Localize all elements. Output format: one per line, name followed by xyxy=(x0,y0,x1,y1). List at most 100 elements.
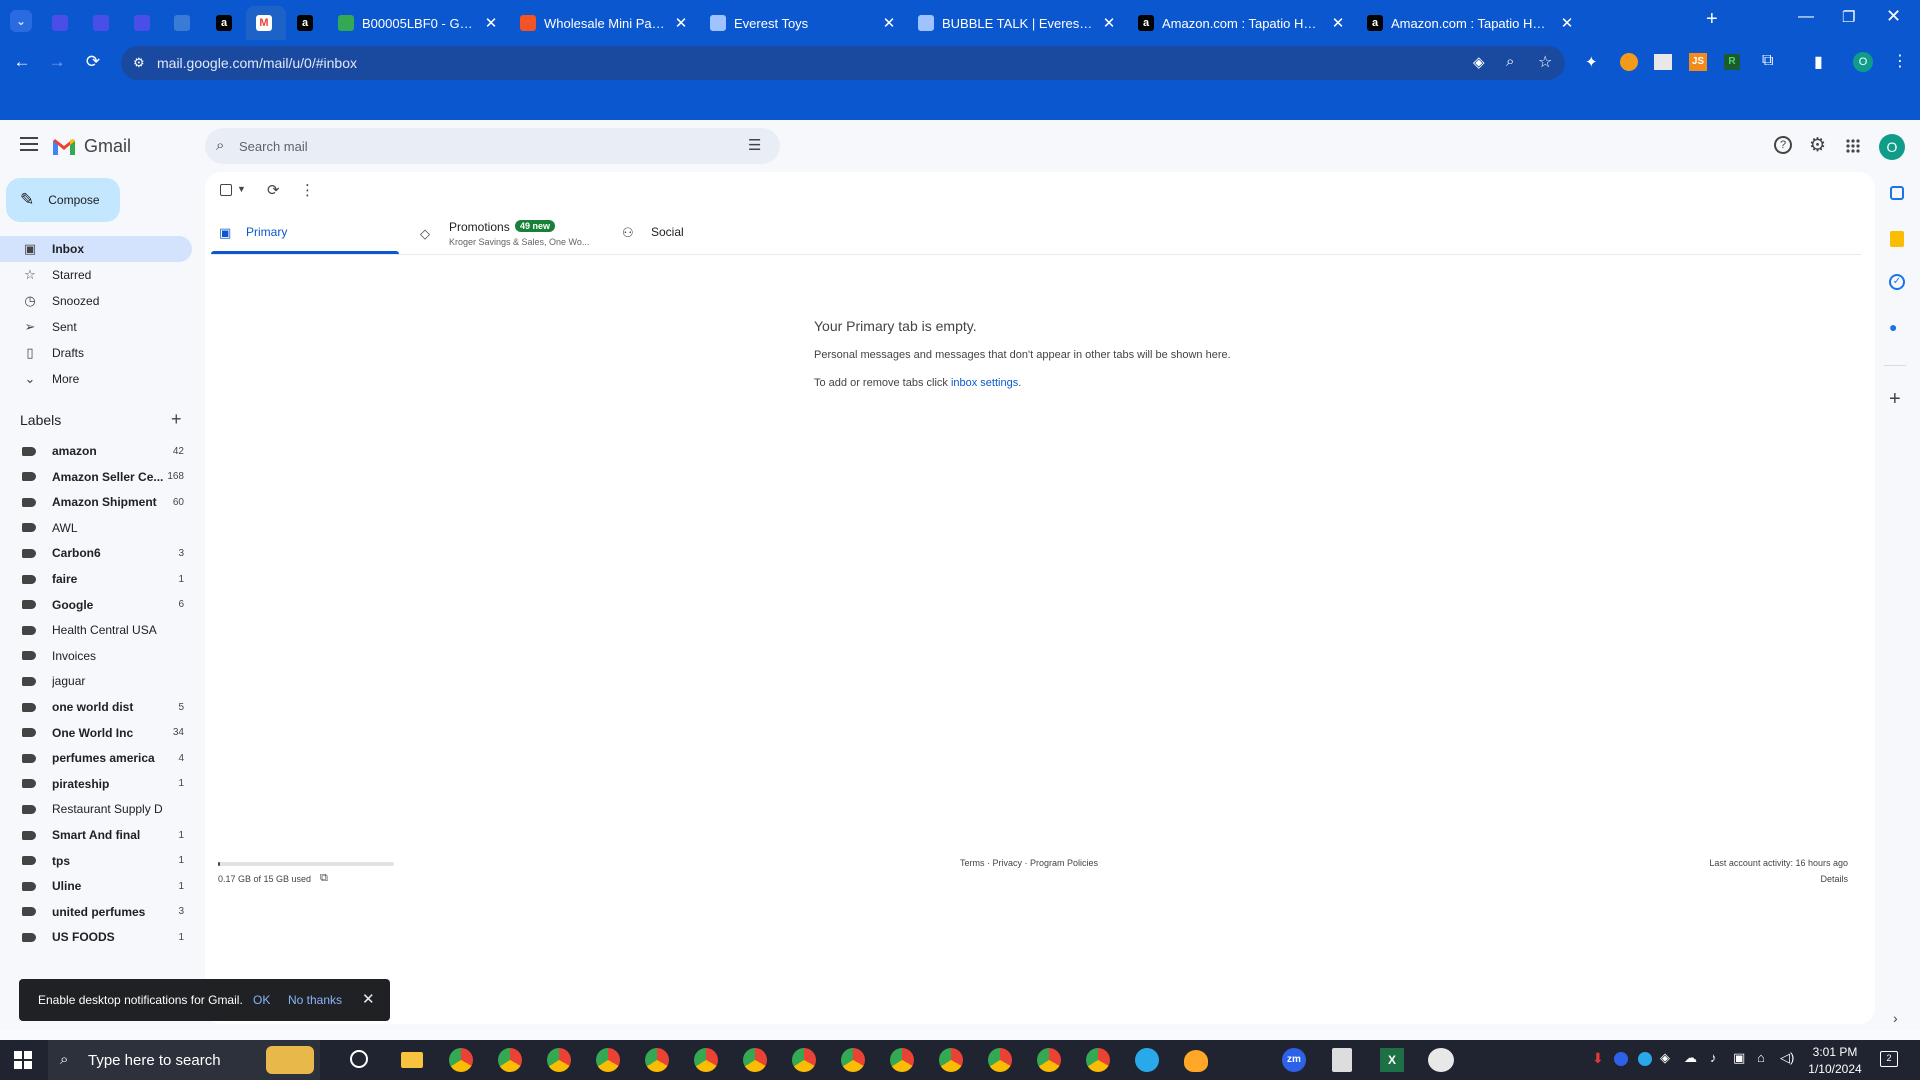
forward-icon[interactable]: → xyxy=(45,52,69,72)
help-icon[interactable]: ? xyxy=(1774,136,1792,154)
profile-avatar[interactable]: O xyxy=(1853,52,1873,72)
lens-icon[interactable]: ◈ xyxy=(1473,53,1485,71)
tab-close-icon[interactable]: ✕ xyxy=(880,14,898,32)
chrome-profile-icon[interactable] xyxy=(498,1048,522,1072)
clock-date[interactable]: 1/10/2024 xyxy=(1800,1062,1870,1076)
start-windows-icon[interactable] xyxy=(14,1051,32,1069)
show-side-panel-icon[interactable]: › xyxy=(1893,1010,1898,1026)
toast-ok-button[interactable]: OK xyxy=(253,993,270,1007)
label-item[interactable]: Amazon Shipment 60 xyxy=(0,490,192,514)
extension-r-icon[interactable]: R xyxy=(1724,54,1740,70)
nav-item-drafts[interactable]: ▯ Drafts xyxy=(0,340,192,366)
back-icon[interactable]: ← xyxy=(10,52,34,72)
action-center-icon[interactable]: 2 xyxy=(1880,1051,1898,1067)
contacts-icon[interactable]: ● xyxy=(1889,319,1897,335)
tab-close-icon[interactable]: ✕ xyxy=(672,14,690,32)
nav-item-inbox[interactable]: ▣ Inbox xyxy=(0,236,192,262)
browser-tab[interactable] xyxy=(124,6,164,40)
label-item[interactable]: tps 1 xyxy=(0,849,192,873)
label-item[interactable]: one world dist 5 xyxy=(0,695,192,719)
label-item[interactable]: pirateship 1 xyxy=(0,772,192,796)
nav-item-sent[interactable]: ➢ Sent xyxy=(0,314,192,340)
label-item[interactable]: Restaurant Supply D xyxy=(0,797,192,821)
tab-close-icon[interactable]: ✕ xyxy=(482,14,500,32)
bookmark-star-icon[interactable]: ☆ xyxy=(1538,52,1552,72)
tray-app-icon[interactable]: ◈ xyxy=(1660,1050,1670,1066)
browser-tab[interactable]: a Amazon.com : Tapatio Hot S ✕ xyxy=(1357,6,1586,40)
nav-item-starred[interactable]: ☆ Starred xyxy=(0,262,192,288)
toast-close-icon[interactable]: ✕ xyxy=(362,990,375,1008)
more-actions-icon[interactable]: ⋮ xyxy=(300,181,315,199)
reload-icon[interactable]: ⟳ xyxy=(81,52,105,72)
browser-tab[interactable] xyxy=(42,6,82,40)
tab-close-icon[interactable]: ✕ xyxy=(1558,14,1576,32)
tab-primary[interactable]: ▣ Primary xyxy=(211,216,399,254)
select-all-checkbox[interactable] xyxy=(220,184,232,196)
browser-tab[interactable] xyxy=(83,6,123,40)
tray-telegram-icon[interactable] xyxy=(1638,1052,1652,1066)
toast-no-thanks-button[interactable]: No thanks xyxy=(288,993,342,1007)
calculator-icon[interactable] xyxy=(1332,1048,1352,1072)
search-input[interactable]: Search mail xyxy=(239,139,308,154)
add-label-icon[interactable]: + xyxy=(171,409,182,430)
nav-item-more[interactable]: ⌄ More xyxy=(0,366,192,392)
search-options-icon[interactable]: ☰ xyxy=(748,136,761,154)
new-tab-button[interactable]: + xyxy=(1706,8,1718,31)
label-item[interactable]: jaguar xyxy=(0,669,192,693)
site-info-icon[interactable]: ⚙ xyxy=(133,55,145,71)
extension-js-icon[interactable]: JS xyxy=(1689,53,1707,71)
chrome-profile-icon[interactable] xyxy=(890,1048,914,1072)
tasks-icon[interactable]: ✓ xyxy=(1889,274,1905,290)
side-panel-icon[interactable]: ▮ xyxy=(1814,52,1823,72)
cortana-icon[interactable] xyxy=(350,1050,368,1068)
browser-tab[interactable]: M xyxy=(246,6,286,40)
browser-tab[interactable]: Wholesale Mini Paw Patrol G ✕ xyxy=(510,6,700,40)
label-item[interactable]: AWL xyxy=(0,516,192,540)
label-item[interactable]: Amazon Seller Ce... 168 xyxy=(0,465,192,489)
tray-volume-icon[interactable]: ◁) xyxy=(1780,1050,1794,1066)
tray-network-icon[interactable]: ⌂ xyxy=(1757,1050,1765,1065)
browser-tab[interactable]: Everest Toys ✕ xyxy=(700,6,908,40)
browser-tab[interactable] xyxy=(164,6,204,40)
label-item[interactable]: Google 6 xyxy=(0,593,192,617)
label-item[interactable]: Health Central USA xyxy=(0,618,192,642)
settings-gear-icon[interactable]: ⚙ xyxy=(1809,134,1826,157)
browser-tab[interactable]: a xyxy=(206,6,246,40)
account-avatar[interactable]: O xyxy=(1879,134,1905,160)
telegram-app-icon[interactable] xyxy=(1135,1048,1159,1072)
tab-search-icon[interactable]: ⌄ xyxy=(10,10,32,32)
extension-image-icon[interactable] xyxy=(1654,54,1672,70)
label-item[interactable]: Carbon6 3 xyxy=(0,541,192,565)
footer-links[interactable]: Terms · Privacy · Program Policies xyxy=(960,858,1098,868)
extension-icon[interactable]: ✦ xyxy=(1585,53,1598,71)
nav-item-snoozed[interactable]: ◷ Snoozed xyxy=(0,288,192,314)
chrome-profile-icon[interactable] xyxy=(645,1048,669,1072)
minimize-button[interactable]: — xyxy=(1798,8,1814,26)
close-window-button[interactable]: ✕ xyxy=(1886,6,1901,27)
details-link[interactable]: Details xyxy=(1808,874,1848,884)
label-item[interactable]: united perfumes 3 xyxy=(0,900,192,924)
search-bar[interactable]: ⌕ Search mail ☰ xyxy=(205,128,780,164)
browser-menu-icon[interactable]: ⋮ xyxy=(1892,51,1908,71)
browser-tab[interactable]: BUBBLE TALK | Everest Toys ✕ xyxy=(908,6,1128,40)
chrome-profile-icon[interactable] xyxy=(1037,1048,1061,1072)
tray-microphone-icon[interactable]: ♪ xyxy=(1710,1050,1717,1065)
url-text[interactable]: mail.google.com/mail/u/0/#inbox xyxy=(157,55,357,71)
tray-zoom-icon[interactable] xyxy=(1614,1052,1628,1066)
file-explorer-icon[interactable] xyxy=(401,1052,423,1068)
keep-icon[interactable] xyxy=(1890,231,1904,247)
chrome-profile-icon[interactable] xyxy=(988,1048,1012,1072)
label-item[interactable]: One World Inc 34 xyxy=(0,721,192,745)
chrome-profile-icon[interactable] xyxy=(841,1048,865,1072)
label-item[interactable]: Invoices xyxy=(0,644,192,668)
main-menu-icon[interactable] xyxy=(20,137,38,151)
refresh-icon[interactable]: ⟳ xyxy=(267,181,280,199)
google-apps-icon[interactable] xyxy=(1846,139,1860,153)
chrome-profile-icon[interactable] xyxy=(939,1048,963,1072)
chrome-profile-icon[interactable] xyxy=(596,1048,620,1072)
excel-icon[interactable]: X xyxy=(1380,1048,1404,1072)
tray-cloud-icon[interactable]: ☁ xyxy=(1684,1050,1697,1066)
browser-tab[interactable]: a xyxy=(287,6,327,40)
browser-tab[interactable]: a Amazon.com : Tapatio Hot S ✕ xyxy=(1128,6,1357,40)
get-addons-icon[interactable]: + xyxy=(1889,388,1901,411)
